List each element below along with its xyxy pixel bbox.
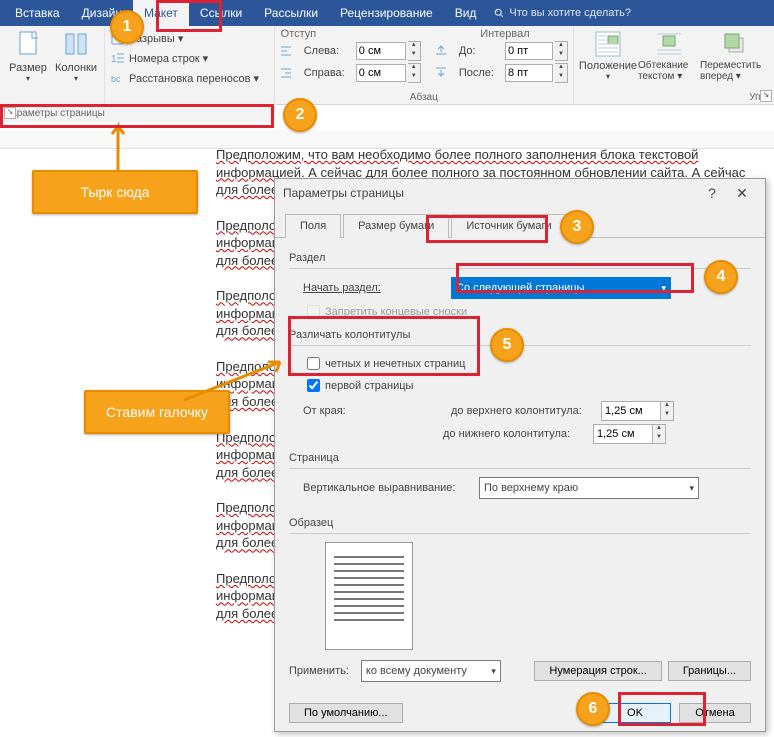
svg-text:1: 1	[111, 54, 117, 65]
columns-button[interactable]: Колонки▾	[52, 28, 100, 83]
odd-even-checkbox[interactable]	[307, 357, 320, 370]
page-setup-bar: Параметры страницы ↘	[0, 104, 276, 122]
page-setup-label: Параметры страницы	[4, 108, 105, 119]
indent-left-spin[interactable]: ▲▼	[408, 41, 421, 61]
badge-2: 2	[283, 98, 317, 132]
position-button[interactable]: Положение▾	[578, 28, 638, 82]
indent-label: Отступ	[281, 28, 317, 40]
footer-distance-input[interactable]	[593, 424, 653, 444]
dialog-tab-paper-source[interactable]: Источник бумаги	[451, 214, 566, 238]
dialog-tab-margins[interactable]: Поля	[285, 214, 341, 238]
paragraph-group-label: Абзац	[279, 91, 569, 104]
paragraph-launcher[interactable]: ↘	[760, 90, 772, 102]
page-header: Страница	[289, 452, 751, 464]
suppress-endnotes-label: Запретить концевые сноски	[325, 306, 467, 318]
odd-even-label: четных и нечетных страниц	[325, 358, 465, 370]
page-setup-launcher[interactable]: ↘	[4, 107, 16, 119]
before-label: До:	[459, 45, 503, 57]
line-numbers-button[interactable]: 1Номера строк ▾	[109, 48, 270, 68]
indent-left-icon	[279, 44, 293, 58]
dialog-title: Параметры страницы	[283, 186, 404, 200]
badge-1: 1	[110, 10, 144, 44]
default-button[interactable]: По умолчанию...	[289, 703, 403, 723]
dialog-help-button[interactable]: ?	[697, 185, 727, 201]
sample-header: Образец	[289, 517, 751, 529]
borders-dialog-button[interactable]: Границы...	[668, 661, 751, 681]
from-edge-label: От края:	[303, 405, 443, 417]
spacing-before-input[interactable]	[505, 42, 553, 60]
apply-to-combo[interactable]: ко всему документу▾	[361, 660, 501, 682]
header-distance-input[interactable]	[601, 401, 661, 421]
spacing-after-input[interactable]	[505, 64, 553, 82]
right-label: Справа:	[304, 67, 354, 79]
tab-insert[interactable]: Вставка	[4, 0, 71, 26]
callout-arrow-1	[98, 120, 138, 172]
size-button[interactable]: Размер▾	[4, 28, 52, 83]
indent-right-icon	[279, 66, 293, 80]
tell-me-label: Что вы хотите сделать?	[509, 7, 631, 19]
dialog-tabs: Поля Размер бумаги Источник бумаги	[275, 207, 765, 238]
first-page-checkbox[interactable]	[307, 379, 320, 392]
spacing-after-icon	[434, 66, 448, 80]
footer-distance-spin[interactable]: ▲▼	[653, 424, 666, 444]
header-distance-spin[interactable]: ▲▼	[661, 401, 674, 421]
bring-forward-button[interactable]: Переместить вперед ▾	[700, 28, 770, 82]
tab-review[interactable]: Рецензирование	[329, 0, 444, 26]
after-label: После:	[459, 67, 503, 79]
badge-5: 5	[490, 328, 524, 362]
tab-view[interactable]: Вид	[444, 0, 488, 26]
badge-4: 4	[704, 260, 738, 294]
wrap-text-button[interactable]: Обтекание текстом ▾	[638, 28, 700, 82]
interval-label: Интервал	[480, 28, 529, 40]
callout-click-here: Тырк сюда	[32, 170, 198, 214]
cancel-button[interactable]: Отмена	[679, 703, 751, 723]
svg-text:bc: bc	[111, 74, 121, 84]
dialog-tab-paper-size[interactable]: Размер бумаги	[343, 214, 449, 238]
dialog-close-button[interactable]: ✕	[727, 185, 757, 202]
page-setup-dialog: Параметры страницы ? ✕ Поля Размер бумаг…	[274, 178, 766, 732]
section-header: Раздел	[289, 252, 751, 264]
hyphenation-button[interactable]: bcРасстановка переносов ▾	[109, 68, 270, 88]
valign-label: Вертикальное выравнивание:	[303, 482, 471, 494]
to-footer-label: до нижнего колонтитула:	[443, 428, 593, 440]
tab-references[interactable]: Ссылки	[189, 0, 253, 26]
suppress-endnotes-checkbox	[307, 305, 320, 318]
sample-preview	[325, 542, 413, 650]
start-section-label: Начать раздел:	[303, 282, 443, 294]
valign-combo[interactable]: По верхнему краю▾	[479, 477, 699, 499]
left-label: Слева:	[304, 45, 354, 57]
apply-to-label: Применить:	[289, 665, 349, 677]
spacing-before-spin[interactable]: ▲▼	[555, 41, 568, 61]
badge-6: 6	[576, 692, 610, 726]
callout-arrow-2	[180, 356, 290, 406]
indent-right-spin[interactable]: ▲▼	[408, 63, 421, 83]
indent-left-input[interactable]	[356, 42, 406, 60]
ordering-group-label: Упо	[578, 91, 770, 104]
line-numbers-dialog-button[interactable]: Нумерация строк...	[534, 661, 661, 681]
first-page-label: первой страницы	[325, 380, 413, 392]
tell-me-search[interactable]: Что вы хотите сделать?	[493, 7, 631, 19]
spacing-before-icon	[434, 44, 448, 58]
tab-mailings[interactable]: Рассылки	[253, 0, 329, 26]
to-header-label: до верхнего колонтитула:	[451, 405, 601, 417]
start-section-combo[interactable]: Со следующей страницы▾	[451, 277, 671, 299]
indent-right-input[interactable]	[356, 64, 406, 82]
badge-3: 3	[560, 210, 594, 244]
spacing-after-spin[interactable]: ▲▼	[555, 63, 568, 83]
